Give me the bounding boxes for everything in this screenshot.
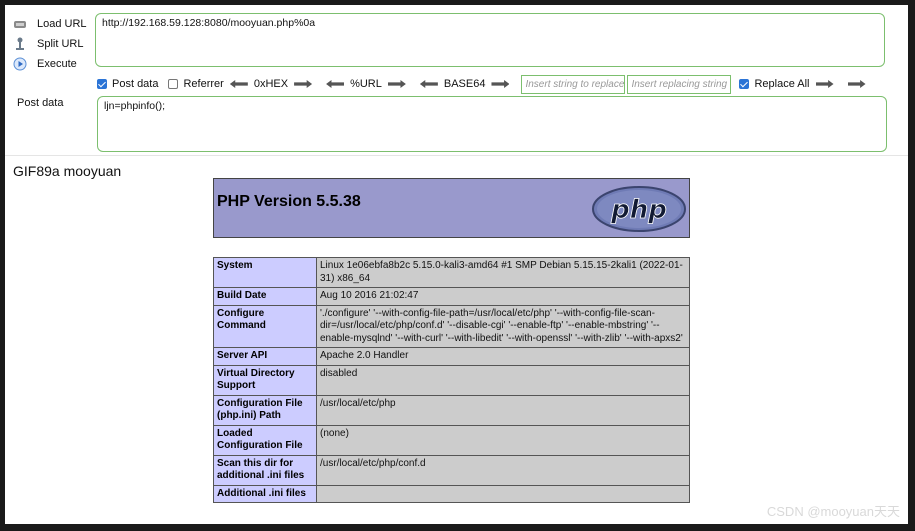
replacing-string-input[interactable]: Insert replacing string xyxy=(627,74,732,94)
hackbar-options-row: Post data Referrer 0xHEX %URL BASE64 Ins… xyxy=(97,74,872,94)
post-data-label: Post data xyxy=(17,97,64,109)
url-encode-arrow-icon[interactable] xyxy=(387,80,406,88)
hex-decode-arrow-icon[interactable] xyxy=(229,80,248,88)
post-data-checkbox[interactable] xyxy=(97,79,107,89)
replace-next-arrow-icon[interactable] xyxy=(847,80,866,88)
base64-label: BASE64 xyxy=(443,78,486,90)
phpinfo-header: PHP Version 5.5.38 php xyxy=(213,178,690,238)
execute-button[interactable]: Execute xyxy=(13,55,77,73)
split-url-label: Split URL xyxy=(37,38,84,50)
info-value xyxy=(316,484,690,503)
watermark: CSDN @mooyuan天天 xyxy=(766,504,900,519)
post-data-input[interactable]: ljn=phpinfo(); xyxy=(97,96,887,152)
info-value: /usr/local/etc/php/conf.d xyxy=(316,454,690,486)
table-row: Loaded Configuration File (none) xyxy=(213,424,690,456)
info-key: Server API xyxy=(213,347,317,366)
execute-label: Execute xyxy=(37,58,77,70)
execute-icon xyxy=(13,57,27,71)
php-logo-text: php xyxy=(610,195,667,225)
load-url-label: Load URL xyxy=(37,18,87,30)
info-value: (none) xyxy=(316,424,690,456)
load-url-icon xyxy=(13,17,27,31)
insert-string-input[interactable]: Insert string to replace xyxy=(521,74,626,94)
info-value: /usr/local/etc/php xyxy=(316,394,690,426)
hex-encode-arrow-icon[interactable] xyxy=(294,80,313,88)
info-value: './configure' '--with-config-file-path=/… xyxy=(316,304,690,348)
info-key: Scan this dir for additional .ini files xyxy=(213,454,317,486)
info-value: Apache 2.0 Handler xyxy=(316,347,690,366)
replace-all-label: Replace All xyxy=(754,78,810,90)
phpinfo-table: System Linux 1e06ebfa8b2c 5.15.0-kali3-am… xyxy=(213,257,690,503)
info-key: Configuration File (php.ini) Path xyxy=(213,394,317,426)
load-url-button[interactable]: Load URL xyxy=(13,15,87,33)
base64-decode-arrow-icon[interactable] xyxy=(419,80,438,88)
split-url-icon xyxy=(13,37,27,51)
info-key: Virtual Directory Support xyxy=(213,364,317,396)
table-row: Build Date Aug 10 2016 21:02:47 xyxy=(213,287,690,306)
php-logo: php xyxy=(591,185,687,238)
table-row: Server API Apache 2.0 Handler xyxy=(213,347,690,366)
table-row: Scan this dir for additional .ini files /… xyxy=(213,454,690,486)
replace-arrow-icon[interactable] xyxy=(815,80,834,88)
divider xyxy=(5,155,908,156)
info-key: Build Date xyxy=(213,287,317,306)
info-value: Aug 10 2016 21:02:47 xyxy=(316,287,690,306)
table-row: Configuration File (php.ini) Path/usr/lo… xyxy=(213,394,690,426)
base64-encode-arrow-icon[interactable] xyxy=(491,80,510,88)
php-version-title: PHP Version 5.5.38 xyxy=(217,193,361,210)
referrer-checkbox-label: Referrer xyxy=(183,78,224,90)
referrer-checkbox[interactable] xyxy=(168,79,179,89)
url-decode-arrow-icon[interactable] xyxy=(326,80,345,88)
info-key: System xyxy=(213,257,317,288)
split-url-button[interactable]: Split URL xyxy=(13,35,83,53)
url-input[interactable]: http://192.168.59.128:8080/mooyuan.php%0… xyxy=(95,13,885,67)
hackbar-panel: Load URL Split URL Execute http://192.16… xyxy=(5,5,908,155)
hex-label: 0xHEX xyxy=(253,78,289,90)
info-key: Configure Command xyxy=(213,304,317,348)
info-value: Linux 1e06ebfa8b2c 5.15.0-kali3-amd64 #1… xyxy=(316,257,690,288)
table-row: System Linux 1e06ebfa8b2c 5.15.0-kali3-am… xyxy=(213,257,690,288)
page-output-text: GIF89a mooyuan xyxy=(13,163,122,179)
info-key: Loaded Configuration File xyxy=(213,424,317,456)
table-row: Configure Command './configure' '--with-c… xyxy=(213,304,690,348)
info-value: disabled xyxy=(316,364,690,396)
replace-all-checkbox[interactable] xyxy=(739,79,750,89)
browser-frame: Load URL Split URL Execute http://192.16… xyxy=(0,0,915,531)
post-data-checkbox-label: Post data xyxy=(112,78,159,90)
php-logo-icon: php xyxy=(592,186,686,232)
table-row: Virtual Directory Support disabled xyxy=(213,364,690,396)
url-encode-label: %URL xyxy=(350,78,382,90)
info-key: Additional .ini files xyxy=(213,484,317,503)
table-row: Additional .ini files xyxy=(213,484,690,503)
